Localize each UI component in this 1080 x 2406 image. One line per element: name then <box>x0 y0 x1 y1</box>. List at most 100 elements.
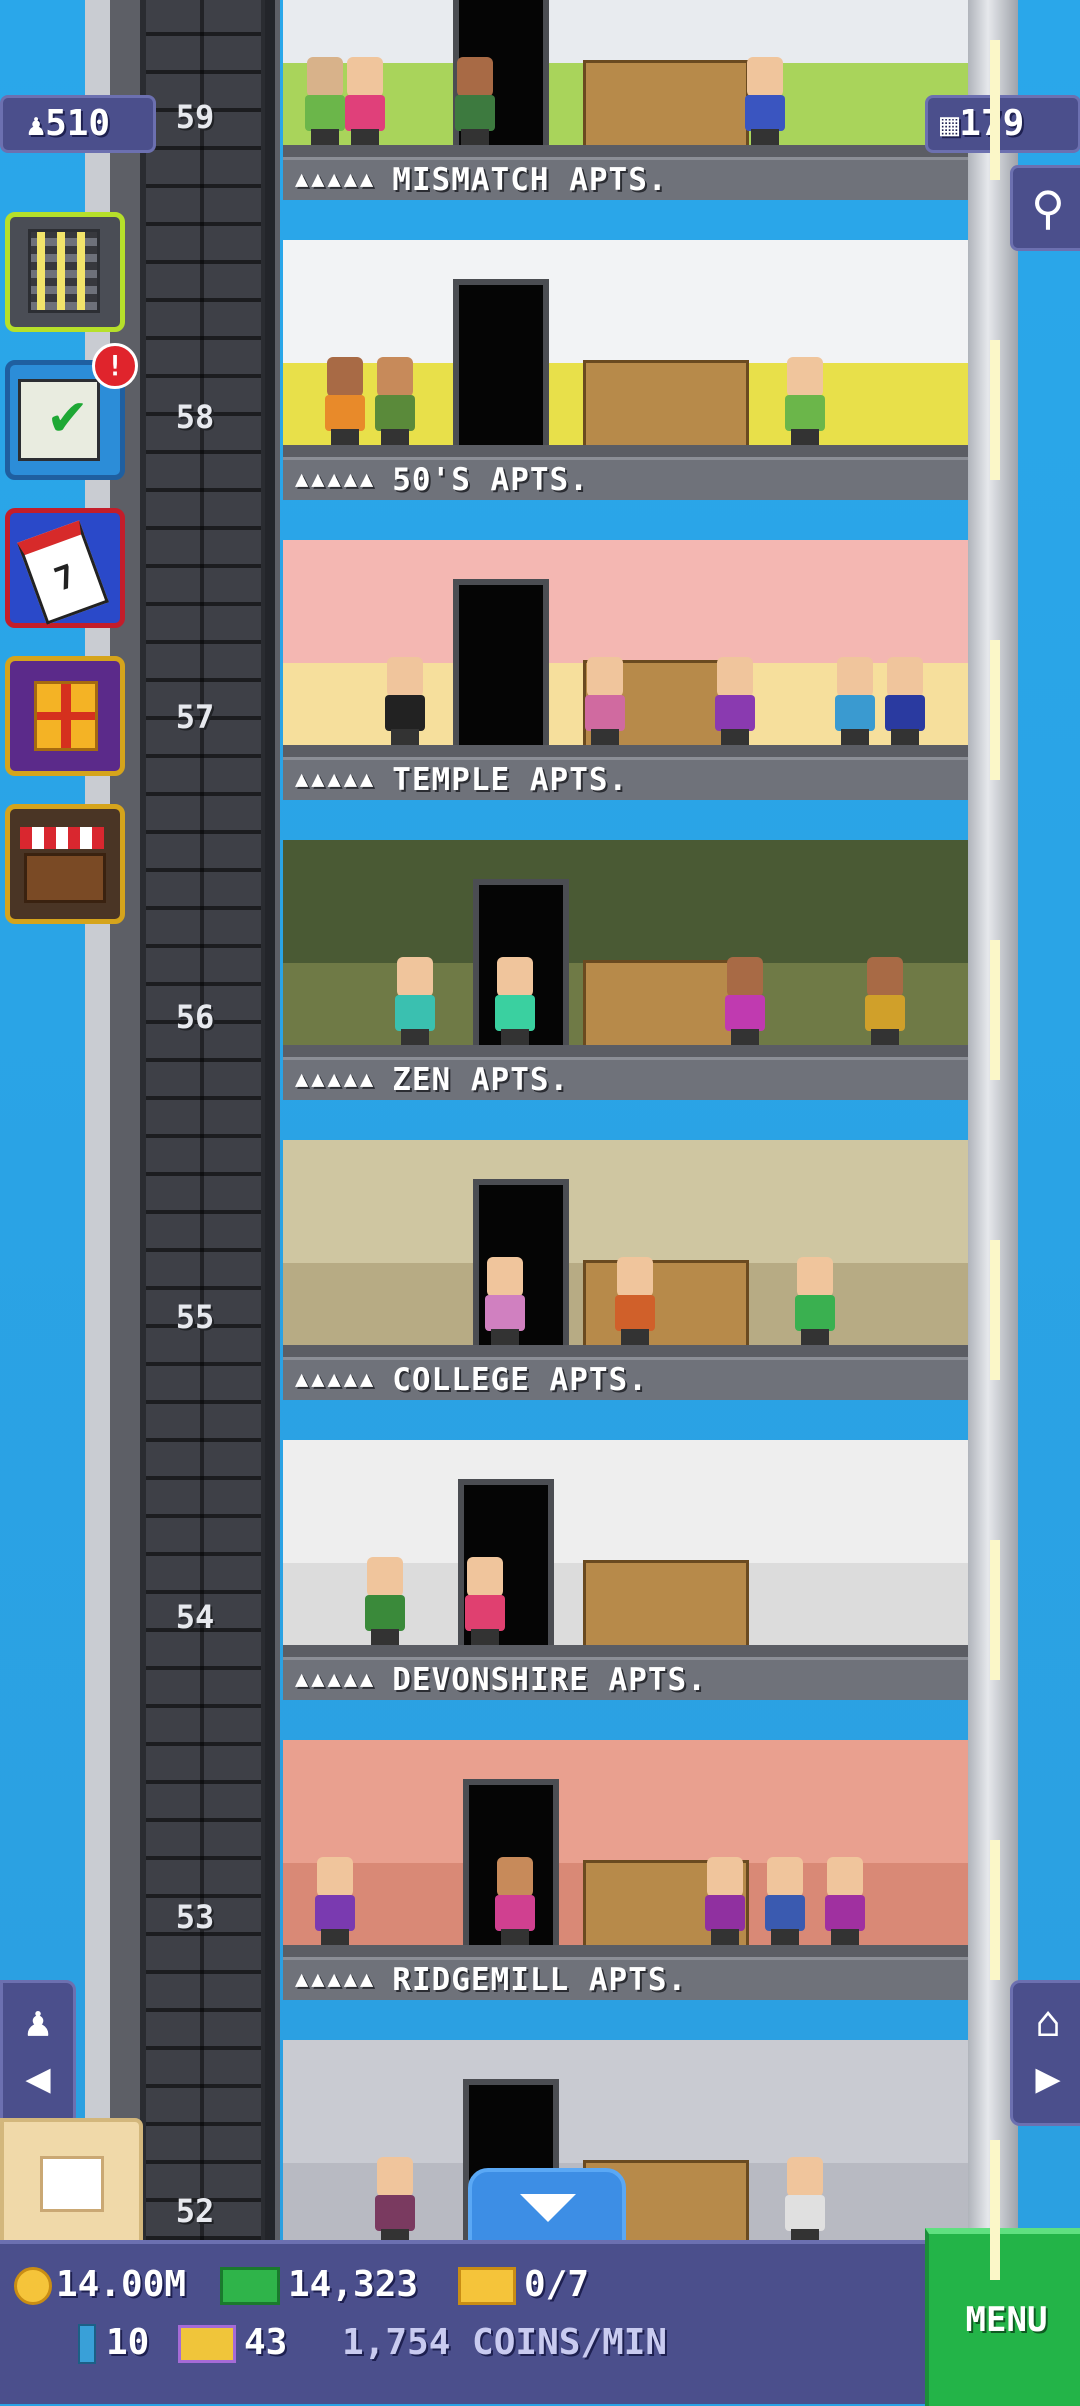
bitizen[interactable] <box>743 57 787 145</box>
floor-number: 54 <box>175 1598 215 1636</box>
bux-icon <box>220 2267 280 2305</box>
bitizen[interactable] <box>313 1857 357 1945</box>
apartment-door <box>453 579 549 745</box>
floor-58[interactable]: ▲▲▲▲▲ 50'S APTS. <box>283 240 968 500</box>
floor-name-label[interactable]: ▲▲▲▲▲ ZEN APTS. <box>283 1057 968 1100</box>
furniture <box>583 1260 749 1351</box>
bitizen[interactable] <box>373 2157 417 2245</box>
bitizen[interactable] <box>493 1857 537 1945</box>
bitizen-body <box>455 95 495 131</box>
scroll-down-button[interactable] <box>468 2168 626 2248</box>
floor-number: 52 <box>175 2192 215 2230</box>
bitizen-body <box>765 1895 805 1931</box>
floor-name: 50'S APTS. <box>392 462 589 498</box>
bitizen-head <box>727 957 763 997</box>
bitizen-head <box>617 1257 653 1297</box>
bitizen-legs <box>591 729 619 745</box>
bitizen[interactable] <box>783 357 827 445</box>
floor-56[interactable]: ▲▲▲▲▲ ZEN APTS. <box>283 840 968 1100</box>
bitizen-legs <box>871 1029 899 1045</box>
bitizen-head <box>387 657 423 697</box>
person-icon: ♟ <box>25 1997 51 2046</box>
bitizen[interactable] <box>493 957 537 1045</box>
bitizen[interactable] <box>883 657 927 745</box>
bitizen-body <box>725 995 765 1031</box>
bitizen-body <box>825 1895 865 1931</box>
storage-box-button[interactable] <box>0 2118 143 2248</box>
floor-name-label[interactable]: ▲▲▲▲▲ DEVONSHIRE APTS. <box>283 1657 968 1700</box>
residents-pips-icon: ▲▲▲▲▲ <box>295 1967 377 1992</box>
bitizen[interactable] <box>363 1557 407 1645</box>
bitizen[interactable] <box>763 1857 807 1945</box>
floor-57[interactable]: ▲▲▲▲▲ TEMPLE APTS. <box>283 540 968 800</box>
elevator-window-light <box>990 2140 1000 2280</box>
bitizen[interactable] <box>703 1857 747 1945</box>
bitizen[interactable] <box>833 657 877 745</box>
bitizen-legs <box>461 129 489 145</box>
gift-icon <box>34 681 98 751</box>
bitizen[interactable] <box>323 357 367 445</box>
bitizen-head <box>347 57 383 97</box>
calendar-event-button[interactable]: 7 <box>5 508 125 628</box>
bitizen[interactable] <box>303 57 347 145</box>
floor-ground <box>283 445 968 457</box>
bitizen-legs <box>491 1329 519 1345</box>
floor-number: 55 <box>175 1298 215 1336</box>
bitizen[interactable] <box>483 1257 527 1345</box>
floor-ground <box>283 145 968 157</box>
bitizen-body <box>315 1895 355 1931</box>
bitizen[interactable] <box>863 957 907 1045</box>
menu-button[interactable]: MENU <box>925 2228 1080 2406</box>
floor-53[interactable]: ▲▲▲▲▲ RIDGEMILL APTS. <box>283 1740 968 2000</box>
bitizen[interactable] <box>393 957 437 1045</box>
gift-button[interactable] <box>5 656 125 776</box>
floor-name-label[interactable]: ▲▲▲▲▲ COLLEGE APTS. <box>283 1357 968 1400</box>
bitizen[interactable] <box>783 2157 827 2245</box>
bitizen-legs <box>311 129 339 145</box>
bitizen-head <box>377 357 413 397</box>
floor-59[interactable]: ▲▲▲▲▲ MISMATCH APTS. <box>283 0 968 200</box>
missions-button[interactable]: ✔ ! <box>5 343 138 480</box>
bitizen-body <box>585 695 625 731</box>
floor-name-label[interactable]: ▲▲▲▲▲ 50'S APTS. <box>283 457 968 500</box>
coin-icon <box>14 2267 52 2305</box>
floor-counter[interactable]: ▦179 <box>925 95 1080 153</box>
build-button[interactable] <box>5 212 125 332</box>
lobby-button[interactable]: ⌂ ▶ <box>1010 1980 1080 2126</box>
bitizen[interactable] <box>383 657 427 745</box>
bitizen[interactable] <box>793 1257 837 1345</box>
population-counter[interactable]: ♟510 <box>0 95 156 153</box>
bitizen[interactable] <box>453 57 497 145</box>
elevator-window-light <box>990 1840 1000 1980</box>
shop-stall-button[interactable] <box>5 804 125 924</box>
floor-name-label[interactable]: ▲▲▲▲▲ MISMATCH APTS. <box>283 157 968 200</box>
bitizen-body <box>615 1295 655 1331</box>
bitizen[interactable] <box>373 357 417 445</box>
bitizen[interactable] <box>713 657 757 745</box>
bitizen[interactable] <box>723 957 767 1045</box>
bitizen[interactable] <box>823 1857 867 1945</box>
bitizen-head <box>457 57 493 97</box>
bitizen-head <box>827 1857 863 1897</box>
bitizen[interactable] <box>343 57 387 145</box>
furniture <box>583 60 749 151</box>
floor-54[interactable]: ▲▲▲▲▲ DEVONSHIRE APTS. <box>283 1440 968 1700</box>
bitizen[interactable] <box>613 1257 657 1345</box>
ticket-icon <box>458 2267 516 2305</box>
floor-name-label[interactable]: ▲▲▲▲▲ TEMPLE APTS. <box>283 757 968 800</box>
floor-55[interactable]: ▲▲▲▲▲ COLLEGE APTS. <box>283 1140 968 1400</box>
furniture <box>583 1560 749 1651</box>
floor-name: ZEN APTS. <box>392 1062 570 1098</box>
bitizen[interactable] <box>583 657 627 745</box>
floor-ground <box>283 1045 968 1057</box>
elevator-window-light <box>990 1540 1000 1680</box>
floor-name-label[interactable]: ▲▲▲▲▲ RIDGEMILL APTS. <box>283 1957 968 2000</box>
bitizen-head <box>797 1257 833 1297</box>
search-button[interactable]: ⚲ <box>1010 165 1080 251</box>
bitizen[interactable] <box>463 1557 507 1645</box>
bitizen-legs <box>711 1929 739 1945</box>
residents-pips-icon: ▲▲▲▲▲ <box>295 1067 377 1092</box>
previous-floor-button[interactable]: ♟ ◀ <box>0 1980 76 2126</box>
bitizen-body <box>885 695 925 731</box>
bitizen-head <box>767 1857 803 1897</box>
